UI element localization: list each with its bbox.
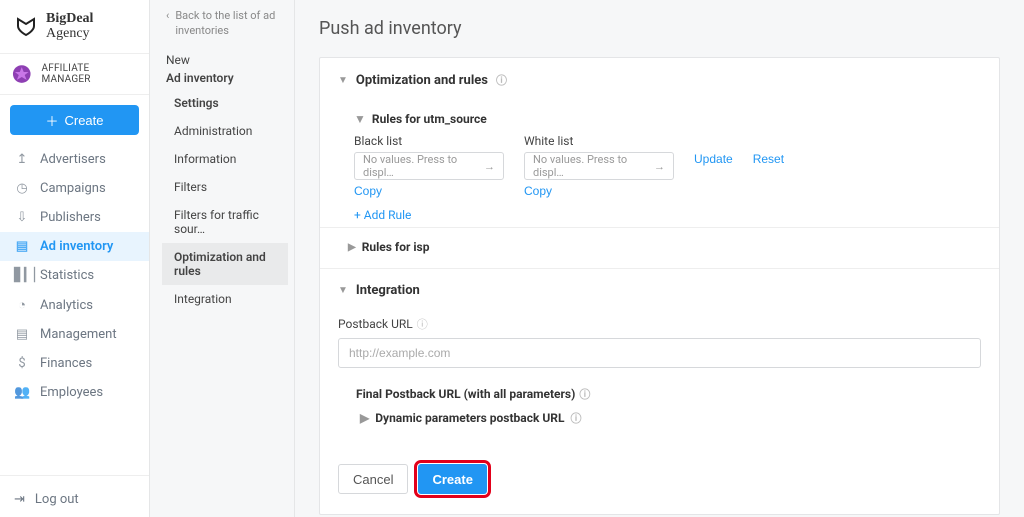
create-button[interactable]: ＋ Create [10,105,139,135]
brand-line1: BigDeal [46,11,93,26]
cancel-button[interactable]: Cancel [338,464,408,494]
nav-list: ↥Advertisers ◷Campaigns ⇩Publishers ▤Ad … [0,145,149,469]
role-avatar-icon [10,62,34,86]
chevron-right-icon: ▶ [360,411,369,425]
rules-utm-source: ▼ Rules for utm_source Black list No val… [320,102,999,228]
section-optimization: ▼ Optimization and rules ⓘ [320,58,999,102]
subnav-root: Ad inventory [166,71,288,85]
employees-icon: 👥 [14,385,30,400]
section-integration-title: Integration [356,283,420,298]
subnav-filters[interactable]: Filters [162,173,288,201]
rules-utm-title: Rules for utm_source [372,112,487,126]
nav-item-advertisers[interactable]: ↥Advertisers [0,145,149,174]
update-link[interactable]: Update [694,152,733,166]
create-button-label: Create [64,113,103,128]
subnav-settings[interactable]: Settings [162,89,288,117]
primary-nav: BigDealAgency AFFILIATE MANAGER ＋ Create… [0,0,150,517]
section-integration: ▼ Integration [320,269,999,302]
subnav-optimization[interactable]: Optimization and rules [162,243,288,285]
info-icon: ⓘ [417,316,428,332]
nav-item-employees[interactable]: 👥Employees [0,378,149,407]
dynamic-params-row[interactable]: ▶ Dynamic parameters postback URL ⓘ [360,410,981,426]
subnav-filters-traffic[interactable]: Filters for traffic sour… [162,201,288,243]
campaign-icon: ◷ [14,181,30,196]
nav-item-campaigns[interactable]: ◷Campaigns [0,174,149,203]
info-icon: ⓘ [570,410,581,426]
back-label: Back to the list of ad inventories [175,8,288,39]
role-row: AFFILIATE MANAGER [0,54,149,95]
arrow-right-icon: → [484,160,495,173]
chevron-left-icon: ‹ [166,8,169,39]
subnav-new: New [166,53,288,67]
dynamic-params-label: Dynamic parameters postback URL [375,411,564,425]
blacklist-copy-link[interactable]: Copy [354,184,382,198]
final-postback-label: Final Postback URL (with all parameters) [356,387,575,401]
subnav-information[interactable]: Information [162,145,288,173]
nav-item-management[interactable]: ▤Management [0,320,149,349]
logout-label: Log out [35,492,79,507]
blacklist-label: Black list [354,134,504,148]
nav-item-finances[interactable]: $Finances [0,349,149,378]
upload-icon: ↥ [14,152,30,167]
create-submit-button[interactable]: Create [418,464,486,494]
chevron-down-icon: ▼ [338,75,348,86]
chevron-down-icon: ▼ [338,285,348,296]
logo-icon [14,15,38,39]
chevron-right-icon: ▶ [348,242,356,253]
stats-icon: ▋▎▏ [14,268,30,283]
reset-link[interactable]: Reset [753,152,784,166]
add-rule-label: + Add Rule [354,208,411,222]
nav-item-statistics[interactable]: ▋▎▏Statistics [0,261,149,290]
subnav-administration[interactable]: Administration [162,117,288,145]
whitelist-dropdown[interactable]: No values. Press to displ… → [524,152,674,180]
logout-link[interactable]: ⇥ Log out [0,482,149,517]
nav-item-analytics[interactable]: ◔Analytics [0,290,149,320]
info-icon: ⓘ [496,72,507,88]
logout-icon: ⇥ [14,492,25,507]
finances-icon: $ [14,356,30,371]
form-card: ▼ Optimization and rules ⓘ ▼ Rules for u… [319,57,1000,515]
management-icon: ▤ [14,327,30,342]
inventory-icon: ▤ [14,239,30,254]
role-label: AFFILIATE MANAGER [42,63,140,85]
section-optimization-title: Optimization and rules [356,73,488,88]
whitelist-label: White list [524,134,674,148]
nav-item-ad-inventory[interactable]: ▤Ad inventory [0,232,149,261]
blacklist-placeholder: No values. Press to displ… [363,153,484,179]
subnav: ‹ Back to the list of ad inventories New… [150,0,295,517]
blacklist-dropdown[interactable]: No values. Press to displ… → [354,152,504,180]
main-column: Push ad inventory ▼ Optimization and rul… [295,0,1024,517]
analytics-icon: ◔ [14,297,30,313]
chevron-down-icon: ▼ [354,112,366,126]
brand-line2: Agency [46,26,90,41]
postback-url-input[interactable] [338,338,981,368]
info-icon: ⓘ [579,386,590,402]
page-title: Push ad inventory [295,0,1024,57]
whitelist-copy-link[interactable]: Copy [524,184,552,198]
integration-body: Postback URL ⓘ Final Postback URL (with … [320,302,999,444]
brand-logo: BigDealAgency [0,0,149,54]
arrow-right-icon: → [654,160,665,173]
nav-item-publishers[interactable]: ⇩Publishers [0,203,149,232]
rules-isp-row[interactable]: ▶ Rules for isp [320,228,999,269]
add-rule-link[interactable]: + Add Rule [354,208,411,222]
rules-isp-label: Rules for isp [362,240,430,254]
back-link[interactable]: ‹ Back to the list of ad inventories [166,8,288,39]
download-icon: ⇩ [14,210,30,225]
subnav-integration[interactable]: Integration [162,285,288,313]
form-footer: Cancel Create [320,444,999,514]
whitelist-placeholder: No values. Press to displ… [533,153,654,179]
postback-url-label: Postback URL [338,317,413,331]
plus-icon: ＋ [45,111,58,130]
